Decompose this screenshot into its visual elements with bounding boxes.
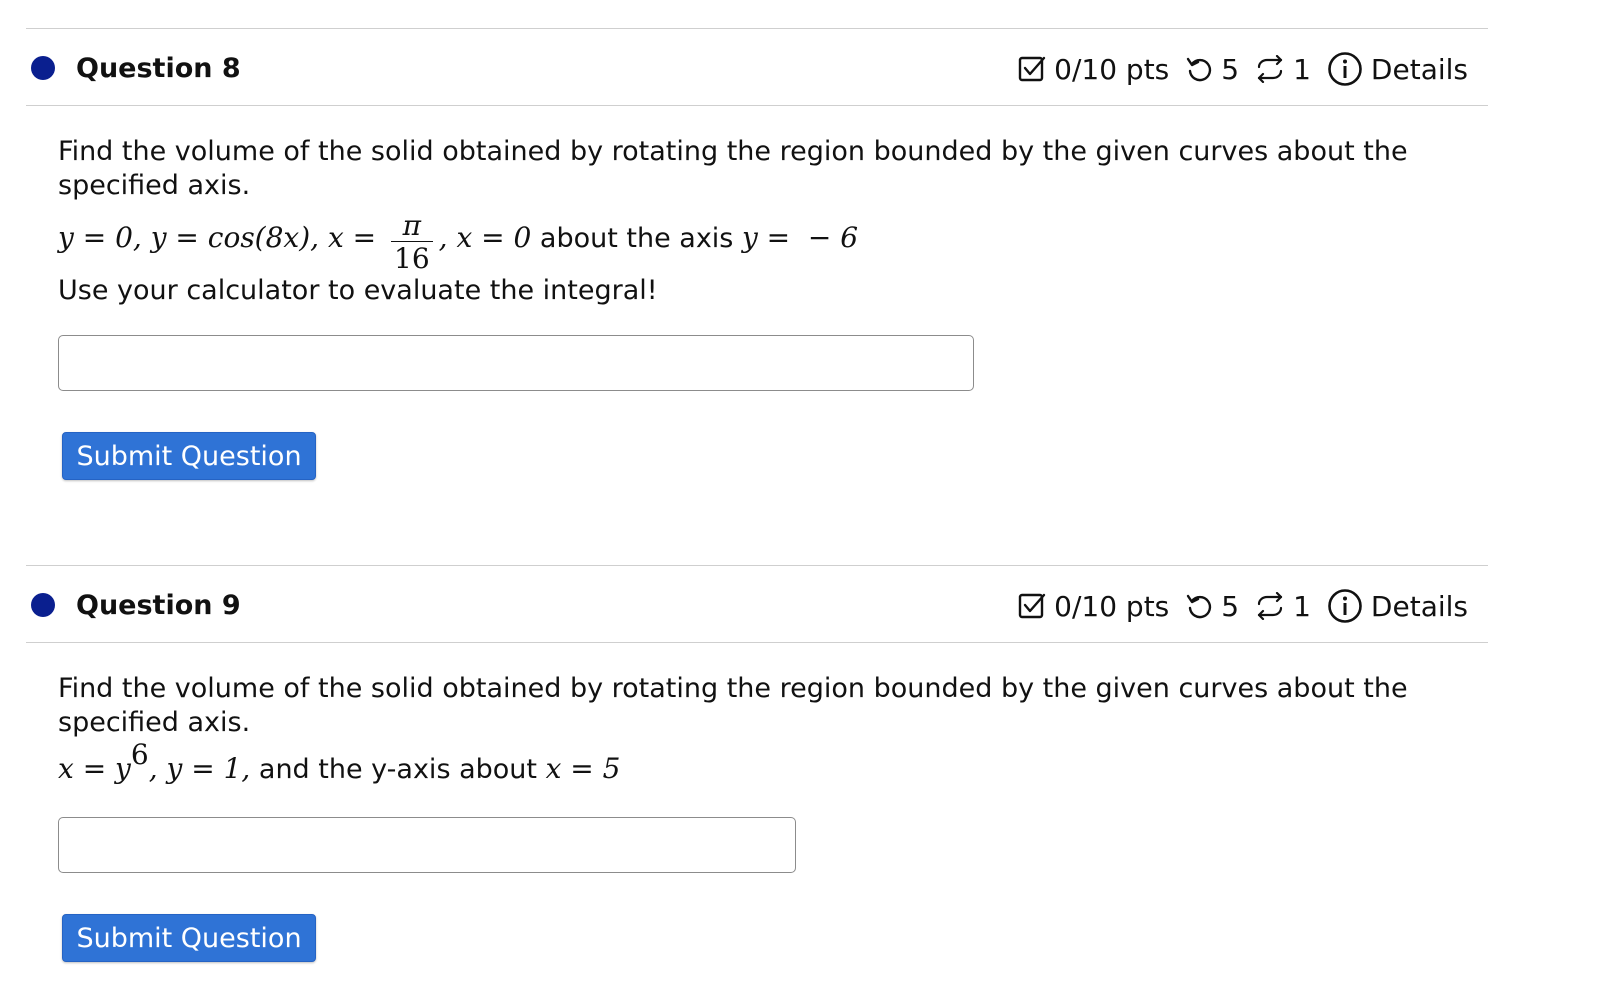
- prompt-line-2: specified axis.: [58, 170, 251, 201]
- prompt-line-2: specified axis.: [58, 707, 251, 738]
- points-text: 0/10 pts: [1054, 589, 1170, 623]
- retry-icon: [1185, 55, 1213, 83]
- question-8: Question 8 0/10 pts 5 1 Details Find the…: [26, 28, 1488, 480]
- points-text: 0/10 pts: [1054, 52, 1170, 86]
- question-title: Question 8: [76, 53, 241, 84]
- math-exponent: 6: [130, 738, 149, 771]
- submit-question-button[interactable]: Submit Question: [62, 432, 316, 480]
- status-dot: [31, 56, 55, 80]
- retries-count: 5: [1221, 589, 1240, 623]
- math-fraction: π 16: [391, 211, 433, 276]
- question-9: Question 9 0/10 pts 5 1 Details Find the…: [26, 565, 1488, 962]
- math-part-a: x = y: [58, 752, 131, 785]
- details-link[interactable]: Details: [1371, 53, 1468, 86]
- answer-input[interactable]: [58, 817, 796, 873]
- answer-input[interactable]: [58, 335, 974, 391]
- prompt-line-1: Find the volume of the solid obtained by…: [58, 136, 1408, 167]
- checkbox-check-icon: [1018, 55, 1046, 83]
- math-part-a: y = 0, y = cos(8x), x =: [58, 221, 385, 254]
- fraction-denominator: 16: [391, 241, 433, 276]
- about-text: about the axis: [531, 223, 742, 254]
- sync-icon: [1255, 592, 1285, 620]
- retry-icon: [1185, 592, 1213, 620]
- question-meta: 0/10 pts 5 1 Details: [1018, 51, 1468, 87]
- sync-icon: [1255, 55, 1285, 83]
- math-part-b: , x = 0: [438, 221, 532, 254]
- info-circle-icon[interactable]: [1327, 588, 1363, 624]
- fraction-numerator: π: [402, 209, 422, 242]
- submit-question-button[interactable]: Submit Question: [62, 914, 316, 962]
- math-part-b: , y = 1,: [148, 752, 251, 785]
- math-axis: x = 5: [545, 752, 621, 785]
- submissions-count: 1: [1293, 589, 1311, 623]
- checkbox-check-icon: [1018, 592, 1046, 620]
- status-dot: [31, 593, 55, 617]
- math-axis: y = − 6: [741, 221, 859, 254]
- question-prompt: Find the volume of the solid obtained by…: [58, 135, 1408, 308]
- instruction-text: Use your calculator to evaluate the inte…: [58, 275, 658, 306]
- submissions-count: 1: [1293, 52, 1311, 86]
- question-prompt: Find the volume of the solid obtained by…: [58, 672, 1408, 787]
- question-header: Question 9 0/10 pts 5 1 Details: [26, 565, 1488, 643]
- question-title: Question 9: [76, 590, 241, 621]
- prompt-line-1: Find the volume of the solid obtained by…: [58, 673, 1408, 704]
- details-link[interactable]: Details: [1371, 590, 1468, 623]
- question-header: Question 8 0/10 pts 5 1 Details: [26, 28, 1488, 106]
- math-expression: x = y6, y = 1, and the y-axis about x = …: [58, 738, 1408, 787]
- retries-count: 5: [1221, 52, 1240, 86]
- info-circle-icon[interactable]: [1327, 51, 1363, 87]
- about-text: and the y-axis about: [250, 754, 546, 785]
- math-expression: y = 0, y = cos(8x), x = π 16, x = 0 about…: [58, 207, 1408, 276]
- question-meta: 0/10 pts 5 1 Details: [1018, 588, 1468, 624]
